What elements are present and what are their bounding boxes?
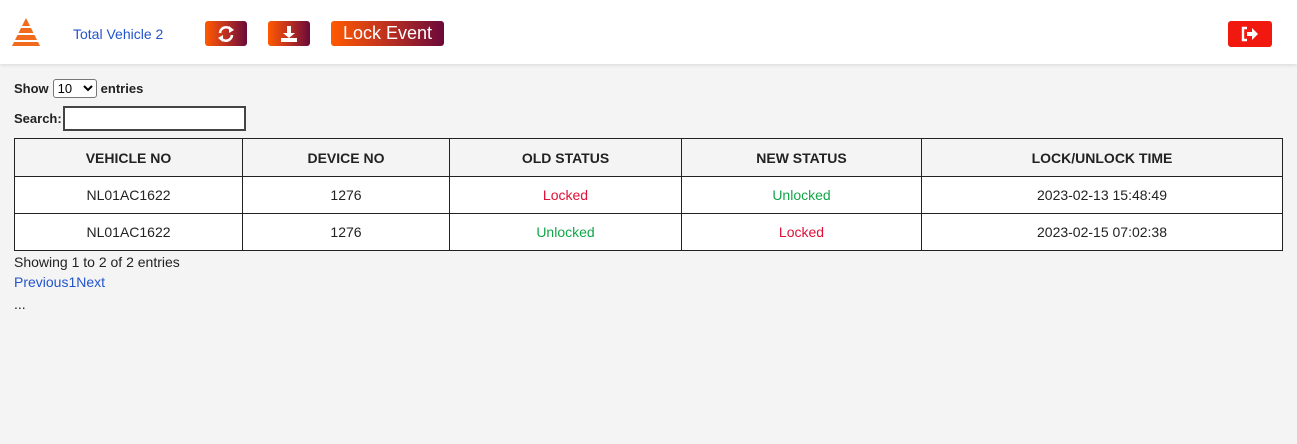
- column-header-lock-unlock-time[interactable]: LOCK/UNLOCK TIME: [921, 138, 1283, 177]
- show-label: Show: [14, 81, 49, 96]
- search-input[interactable]: [62, 106, 246, 131]
- logo-icon: [12, 18, 40, 46]
- top-navbar: Total Vehicle 2 Lock Event: [0, 0, 1297, 64]
- new-status-cell: Locked: [681, 213, 922, 251]
- column-header-device-no[interactable]: DEVICE NO: [242, 138, 450, 177]
- ellipsis-text: ...: [14, 296, 26, 312]
- device-no-cell: 1276: [242, 176, 450, 214]
- refresh-button[interactable]: [205, 21, 247, 46]
- lock-event-button[interactable]: Lock Event: [331, 21, 444, 46]
- device-no-cell: 1276: [242, 213, 450, 251]
- download-button[interactable]: [268, 21, 310, 46]
- refresh-icon: [218, 25, 234, 42]
- download-icon: [281, 25, 297, 42]
- search-control: Search:: [14, 106, 246, 131]
- entries-label: entries: [100, 81, 144, 96]
- search-label: Search:: [14, 111, 62, 126]
- table-info: Showing 1 to 2 of 2 entries: [14, 254, 180, 270]
- lock-unlock-time-cell: 2023-02-13 15:48:49: [921, 176, 1283, 214]
- table-row: NL01AC1622 1276 Unlocked Locked 2023-02-…: [14, 213, 1283, 251]
- lock-unlock-time-cell: 2023-02-15 07:02:38: [921, 213, 1283, 251]
- lock-events-table: VEHICLE NO DEVICE NO OLD STATUS NEW STAT…: [14, 138, 1283, 251]
- sign-out-icon: [1241, 26, 1258, 42]
- table-row: NL01AC1622 1276 Locked Unlocked 2023-02-…: [14, 176, 1283, 214]
- old-status-cell: Locked: [449, 176, 682, 214]
- logout-button[interactable]: [1228, 21, 1272, 47]
- entries-select[interactable]: 10: [52, 79, 97, 98]
- previous-page-link[interactable]: Previous: [14, 274, 68, 290]
- column-header-vehicle-no[interactable]: VEHICLE NO: [14, 138, 243, 177]
- old-status-cell: Unlocked: [449, 213, 682, 251]
- column-header-old-status[interactable]: OLD STATUS: [449, 138, 682, 177]
- table-header-row: VEHICLE NO DEVICE NO OLD STATUS NEW STAT…: [14, 138, 1283, 177]
- pagination: Previous1Next: [14, 274, 105, 290]
- column-header-new-status[interactable]: NEW STATUS: [681, 138, 922, 177]
- next-page-link[interactable]: Next: [76, 274, 105, 290]
- vehicle-no-cell: NL01AC1622: [14, 213, 243, 251]
- vehicle-no-cell: NL01AC1622: [14, 176, 243, 214]
- entries-control: Show 10 entries: [14, 79, 143, 98]
- new-status-cell: Unlocked: [681, 176, 922, 214]
- total-vehicle-link[interactable]: Total Vehicle 2: [73, 26, 163, 42]
